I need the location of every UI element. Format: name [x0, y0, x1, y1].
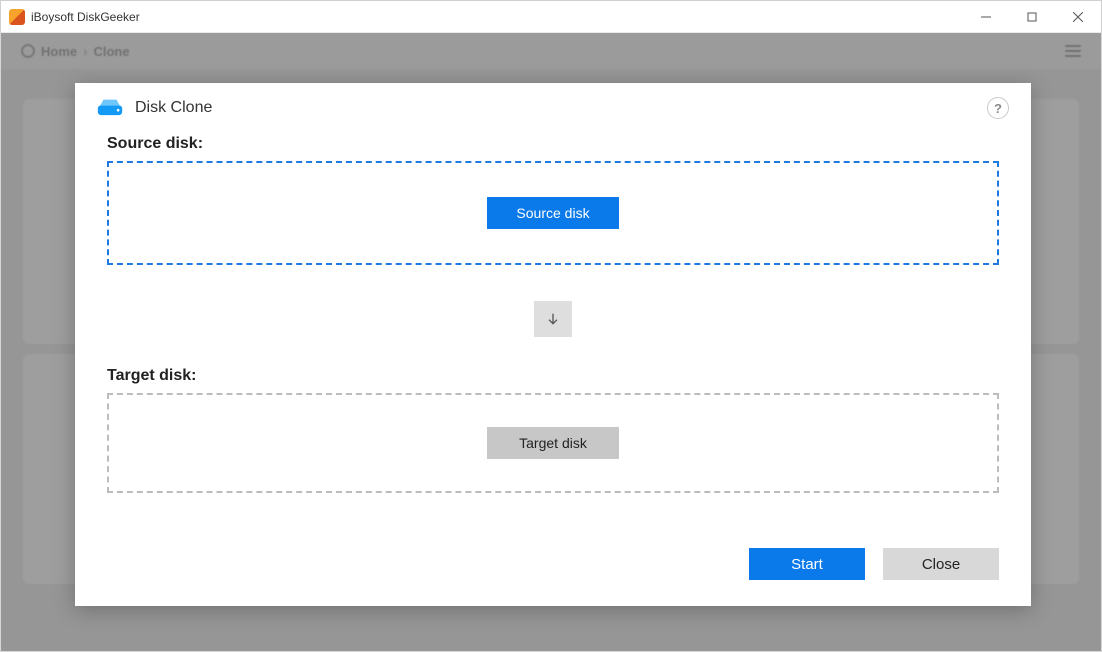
source-disk-label: Source disk:: [107, 135, 999, 153]
help-button[interactable]: ?: [987, 97, 1009, 119]
start-button[interactable]: Start: [749, 548, 865, 580]
dialog-footer: Start Close: [749, 548, 999, 580]
minimize-icon: [981, 12, 991, 22]
arrow-down-icon: [545, 311, 561, 327]
disk-clone-icon: [97, 98, 123, 118]
minimize-button[interactable]: [963, 1, 1009, 33]
close-window-button[interactable]: [1055, 1, 1101, 33]
window-controls: [963, 1, 1101, 33]
maximize-icon: [1027, 12, 1037, 22]
window-title: iBoysoft DiskGeeker: [31, 10, 140, 24]
dialog-header: Disk Clone ?: [75, 83, 1031, 129]
target-disk-label: Target disk:: [107, 367, 999, 385]
app-window: iBoysoft DiskGeeker Home › Clone: [0, 0, 1102, 652]
help-icon: ?: [994, 101, 1002, 116]
arrow-down-box: [534, 301, 572, 337]
source-disk-dropzone[interactable]: Source disk: [107, 161, 999, 265]
maximize-button[interactable]: [1009, 1, 1055, 33]
dialog-body: Source disk: Source disk Target disk: Ta…: [75, 129, 1031, 493]
dialog-title: Disk Clone: [135, 99, 212, 117]
app-icon: [9, 9, 25, 25]
source-disk-button[interactable]: Source disk: [487, 197, 619, 229]
target-disk-dropzone[interactable]: Target disk: [107, 393, 999, 493]
close-icon: [1073, 12, 1083, 22]
disk-clone-dialog: Disk Clone ? Source disk: Source disk Ta…: [75, 83, 1031, 606]
close-button[interactable]: Close: [883, 548, 999, 580]
target-disk-button[interactable]: Target disk: [487, 427, 619, 459]
titlebar: iBoysoft DiskGeeker: [1, 1, 1101, 33]
arrow-container: [107, 301, 999, 337]
